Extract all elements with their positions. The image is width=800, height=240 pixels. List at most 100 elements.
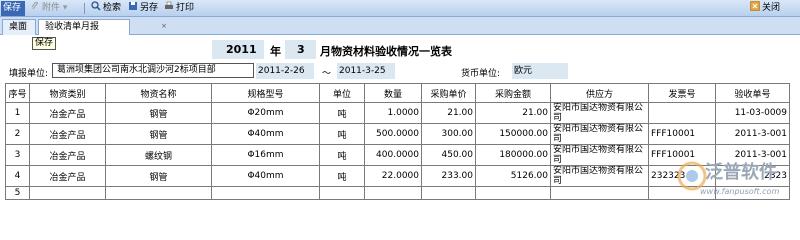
table-row[interactable]: 5: [5, 186, 790, 200]
attach-label: 附件: [42, 3, 61, 13]
tab-desktop[interactable]: 桌面: [2, 19, 36, 35]
floppy-icon: [128, 1, 138, 11]
cell-unit[interactable]: [319, 186, 365, 200]
print-icon: [164, 1, 174, 11]
cell-unit[interactable]: 吨: [319, 144, 365, 166]
col-header-invoice: 发票号: [648, 83, 716, 103]
cell-amount[interactable]: 21.00: [475, 102, 551, 124]
cell-material-name[interactable]: 钢管: [105, 102, 212, 124]
save-as-button[interactable]: 另存: [126, 1, 160, 16]
cell-quantity[interactable]: 400.0000: [364, 144, 422, 166]
watermark-url: www.fanpusoft.com: [700, 187, 780, 196]
cell-quantity[interactable]: 22.0000: [364, 165, 422, 187]
cell-unit-price[interactable]: [421, 186, 476, 200]
date-to-field[interactable]: 2011-3-25: [337, 63, 395, 79]
cell-index[interactable]: 3: [5, 144, 30, 166]
cell-unit[interactable]: 吨: [319, 102, 365, 124]
unit-label: 填报单位:: [9, 69, 49, 79]
col-header-index: 序号: [5, 83, 30, 103]
close-label: 关闭: [762, 3, 781, 13]
cell-material-name[interactable]: 钢管: [105, 165, 212, 187]
col-header-quantity: 数量: [364, 83, 422, 103]
search-label: 检索: [103, 3, 122, 13]
col-header-unit: 单位: [319, 83, 365, 103]
tab-acceptance-monthly-report[interactable]: 验收清单月报 ×: [38, 19, 167, 35]
cell-unit-price[interactable]: 233.00: [421, 165, 476, 187]
save-tooltip: 保存: [32, 37, 57, 50]
cell-category[interactable]: 冶金产品: [29, 144, 106, 166]
col-header-material-name: 物资名称: [105, 83, 212, 103]
cell-amount[interactable]: [475, 186, 551, 200]
cell-unit-price[interactable]: 450.00: [421, 144, 476, 166]
col-header-spec: 规格型号: [211, 83, 320, 103]
cell-invoice[interactable]: FFF10001: [648, 123, 716, 145]
toolbar-divider: [84, 3, 85, 14]
cell-quantity[interactable]: 1.0000: [364, 102, 422, 124]
cell-spec[interactable]: Φ40mm: [211, 123, 320, 145]
table-row[interactable]: 2 冶金产品 钢管 Φ40mm 吨 500.0000 300.00 150000…: [5, 123, 790, 145]
print-button[interactable]: 打印: [162, 1, 196, 16]
search-button[interactable]: 检索: [89, 1, 123, 16]
cell-quantity[interactable]: [364, 186, 422, 200]
cell-category[interactable]: 冶金产品: [29, 123, 106, 145]
cell-unit[interactable]: 吨: [319, 165, 365, 187]
cell-spec[interactable]: [211, 186, 320, 200]
cell-amount[interactable]: 180000.00: [475, 144, 551, 166]
col-header-category: 物资类别: [29, 83, 106, 103]
toolbar: 保存 附件 ▾ 检索 另存 打印 关闭: [0, 0, 800, 17]
tab-strip: 桌面 验收清单月报 ×: [0, 17, 800, 35]
tab-label: 验收清单月报: [45, 22, 100, 32]
cell-material-name[interactable]: 钢管: [105, 123, 212, 145]
col-header-amount: 采购金额: [475, 83, 551, 103]
watermark-text: 泛普软件: [705, 162, 777, 183]
cell-receipt[interactable]: 11-03-0009: [715, 102, 790, 124]
col-header-unit-price: 采购单价: [421, 83, 476, 103]
attach-button[interactable]: 附件 ▾: [28, 1, 69, 16]
close-button[interactable]: 关闭: [748, 1, 782, 16]
cell-supplier[interactable]: [550, 186, 649, 200]
chevron-down-icon: ▾: [62, 3, 68, 13]
cell-category[interactable]: 冶金产品: [29, 165, 106, 187]
paperclip-icon: [30, 1, 40, 11]
cell-supplier[interactable]: 安阳市国达物资有限公司: [550, 102, 649, 124]
cell-supplier[interactable]: 安阳市国达物资有限公司: [550, 123, 649, 145]
report-year: 2011: [226, 43, 257, 56]
year-suffix: 年: [270, 45, 281, 58]
cell-amount[interactable]: 150000.00: [475, 123, 551, 145]
table-row[interactable]: 4 冶金产品 钢管 Φ40mm 吨 22.0000 233.00 5126.00…: [5, 165, 790, 187]
table-row[interactable]: 1 冶金产品 钢管 Φ20mm 吨 1.0000 21.00 21.00 安阳市…: [5, 102, 790, 124]
close-icon: [750, 1, 760, 11]
cell-category[interactable]: [29, 186, 106, 200]
cell-unit[interactable]: 吨: [319, 123, 365, 145]
cell-receipt[interactable]: 2011-3-001: [715, 123, 790, 145]
cell-index[interactable]: 1: [5, 102, 30, 124]
acceptance-table: 序号 物资类别 物资名称 规格型号 单位 数量 采购单价 采购金额 供应方 发票…: [5, 83, 790, 200]
cell-supplier[interactable]: 安阳市国达物资有限公司: [550, 165, 649, 187]
report-title: 月物资材料验收情况一览表: [320, 45, 452, 58]
cell-supplier[interactable]: 安阳市国达物资有限公司: [550, 144, 649, 166]
cell-unit-price[interactable]: 300.00: [421, 123, 476, 145]
cell-invoice[interactable]: [648, 102, 716, 124]
table-row[interactable]: 3 冶金产品 螺纹钢 Φ16mm 吨 400.0000 450.00 18000…: [5, 144, 790, 166]
cell-amount[interactable]: 5126.00: [475, 165, 551, 187]
currency-label: 货币单位:: [461, 69, 501, 79]
currency-field[interactable]: 欧元: [512, 63, 568, 79]
cell-unit-price[interactable]: 21.00: [421, 102, 476, 124]
cell-index[interactable]: 4: [5, 165, 30, 187]
cell-material-name[interactable]: [105, 186, 212, 200]
cell-spec[interactable]: Φ20mm: [211, 102, 320, 124]
date-from-field[interactable]: 2011-2-26: [256, 63, 314, 79]
cell-index[interactable]: 5: [5, 186, 30, 200]
cell-spec[interactable]: Φ16mm: [211, 144, 320, 166]
search-icon: [91, 1, 101, 11]
col-header-supplier: 供应方: [550, 83, 649, 103]
cell-quantity[interactable]: 500.0000: [364, 123, 422, 145]
cell-index[interactable]: 2: [5, 123, 30, 145]
cell-spec[interactable]: Φ40mm: [211, 165, 320, 187]
cell-material-name[interactable]: 螺纹钢: [105, 144, 212, 166]
col-header-receipt: 验收单号: [715, 83, 790, 103]
unit-field[interactable]: 葛洲坝集团公司南水北调沙河2标项目部: [52, 63, 254, 78]
cell-category[interactable]: 冶金产品: [29, 102, 106, 124]
save-button[interactable]: 保存: [1, 1, 25, 16]
close-tab-icon[interactable]: ×: [161, 23, 167, 30]
